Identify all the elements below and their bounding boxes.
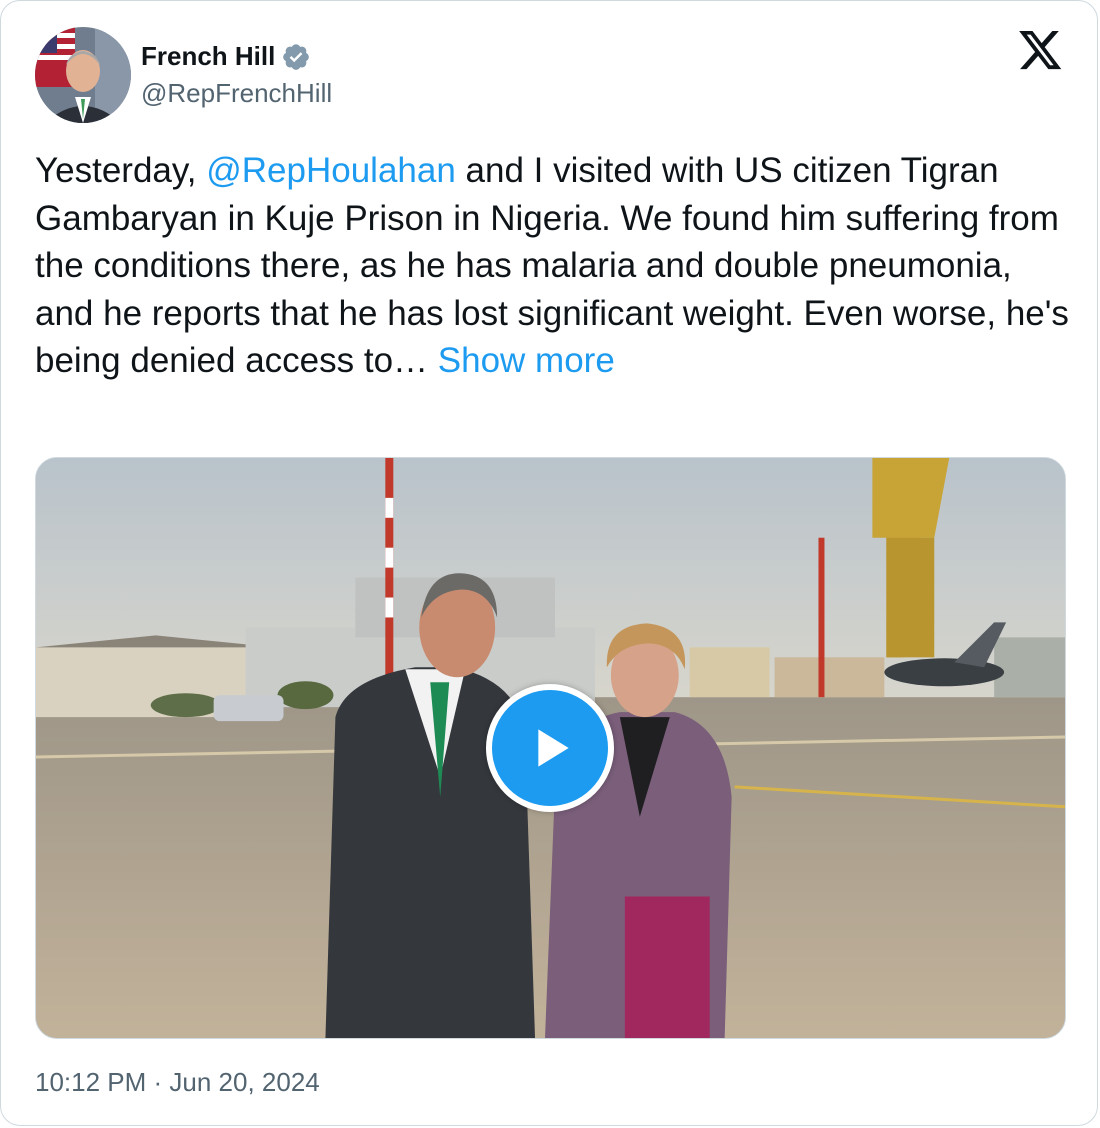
play-button[interactable] xyxy=(486,684,614,812)
x-logo-icon[interactable] xyxy=(1019,31,1063,71)
handle[interactable]: @RepFrenchHill xyxy=(141,78,332,109)
play-icon xyxy=(538,729,569,767)
video-player[interactable] xyxy=(35,457,1066,1039)
tweet-text: Yesterday, @RepHoulahan and I visited wi… xyxy=(35,147,1075,385)
verified-badge-icon xyxy=(281,42,311,72)
mention-link[interactable]: @RepHoulahan xyxy=(206,151,456,190)
show-more-link[interactable]: Show more xyxy=(438,341,615,380)
tweet-header: French Hill @RepFrenchHill xyxy=(35,27,332,123)
tweet-text-start: Yesterday, xyxy=(35,151,207,190)
tweet-card: French Hill @RepFrenchHill Yesterday, @R… xyxy=(0,0,1098,1126)
display-name[interactable]: French Hill xyxy=(141,41,275,72)
avatar[interactable] xyxy=(35,27,131,123)
name-row: French Hill xyxy=(141,41,332,72)
timestamp[interactable]: 10:12 PM · Jun 20, 2024 xyxy=(35,1067,320,1098)
author-identity: French Hill @RepFrenchHill xyxy=(141,41,332,109)
